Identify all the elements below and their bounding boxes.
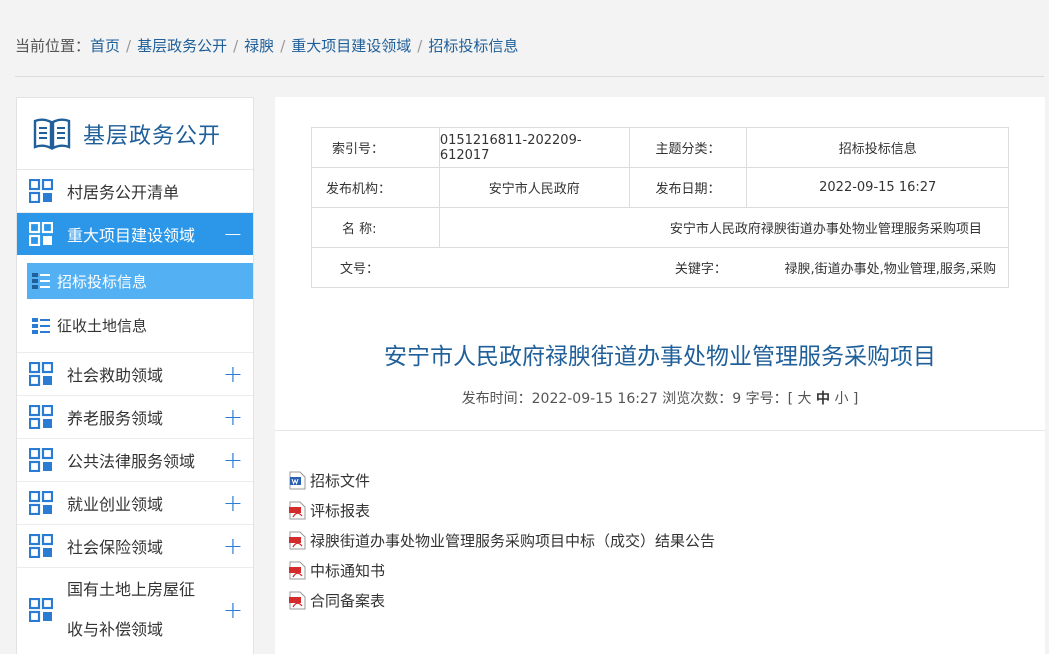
org-value: 安宁市人民政府 [438, 167, 630, 208]
expand-icon[interactable]: + [223, 362, 243, 386]
pdf-icon [289, 501, 306, 520]
attachment-item[interactable]: 招标文件 [289, 465, 715, 495]
grid-icon [29, 222, 53, 246]
font-size-small-button[interactable]: 小 [834, 391, 848, 407]
collapse-icon[interactable]: − [223, 222, 243, 246]
sidebar-item-village-affairs[interactable]: 村居务公开清单 [17, 170, 253, 213]
pub-time-value: 2022-09-15 16:27 [531, 391, 658, 407]
index-label: 索引号： [311, 127, 440, 168]
word-doc-icon [289, 471, 306, 490]
keyword-label: 关键字： [629, 247, 747, 288]
org-label: 发布机构： [311, 167, 440, 208]
sidebar-subitem-land-expropriation[interactable]: 征收土地信息 [17, 299, 253, 353]
attachment-name[interactable]: 中标通知书 [310, 560, 385, 581]
sidebar-item-land-housing-compensation[interactable]: 国有土地上房屋征 收与补偿领域 + [17, 568, 253, 652]
expand-icon[interactable]: + [223, 534, 243, 558]
sidebar-item-label: 养老服务领域 [67, 409, 164, 428]
sidebar-header: 基层政务公开 [17, 98, 253, 170]
breadcrumb-prefix: 当前位置： [15, 37, 91, 55]
keyword-value: 禄腴,街道办事处,物业管理,服务,采购 [746, 247, 1009, 288]
pdf-icon [289, 561, 306, 580]
font-size-end: ] [852, 391, 859, 407]
grid-icon [29, 491, 53, 515]
views-value: 9 [732, 391, 742, 407]
breadcrumb-link-public-affairs[interactable]: 基层政务公开 [137, 37, 227, 55]
breadcrumb-home-link[interactable]: 首页 [90, 37, 120, 55]
expand-icon[interactable]: + [223, 405, 243, 429]
name-label: 名 称: [311, 207, 440, 248]
expand-icon[interactable]: + [223, 598, 243, 622]
pdf-icon [289, 531, 306, 550]
sidebar-item-label: 社会救助领域 [67, 366, 164, 385]
sidebar-subitem-bidding-info[interactable]: 招标投标信息 [27, 263, 253, 299]
list-icon [31, 271, 51, 291]
grid-icon [29, 179, 53, 203]
views-label: 浏览次数： [662, 391, 733, 407]
pub-time-label: 发布时间： [461, 391, 532, 407]
grid-icon [29, 405, 53, 429]
content-panel: 索引号： 0151216811-202209-612017 主题分类： 招标投标… [275, 97, 1045, 654]
grid-icon [29, 598, 53, 622]
attachment-item[interactable]: 合同备案表 [289, 585, 715, 615]
attachment-list: 招标文件 评标报表 禄腴街道办事处物业管理服务采购项目中标（成交）结果公告 中标… [289, 465, 715, 615]
sidebar-item-legal-services[interactable]: 公共法律服务领域 + [17, 439, 253, 482]
sidebar-item-label-line1: 国有土地上房屋征 [67, 580, 196, 599]
sidebar-subitem-label: 招标投标信息 [57, 272, 148, 291]
date-value: 2022-09-15 16:27 [746, 167, 1009, 208]
sidebar-subitem-label: 征收土地信息 [57, 317, 148, 335]
sidebar-item-employment[interactable]: 就业创业领域 + [17, 482, 253, 525]
publish-info: 发布时间：2022-09-15 16:27 浏览次数：9 字号：[ 大 中 小 … [275, 388, 1045, 408]
sidebar-item-label-line2: 收与补偿领域 [67, 620, 164, 639]
article-title: 安宁市人民政府禄腴街道办事处物业管理服务采购项目 [384, 344, 936, 370]
doc-number-value [439, 247, 630, 288]
sidebar-item-label: 社会保险领域 [67, 538, 164, 557]
sidebar-item-label: 就业创业领域 [67, 495, 164, 514]
expand-icon[interactable]: + [223, 448, 243, 472]
date-label: 发布日期： [628, 167, 748, 208]
topic-value: 招标投标信息 [746, 127, 1009, 168]
breadcrumb-link-lushu[interactable]: 禄腴 [244, 37, 274, 55]
topic-label: 主题分类： [628, 127, 748, 168]
grid-icon [29, 534, 53, 558]
breadcrumb-link-bidding-info[interactable]: 招标投标信息 [428, 37, 518, 55]
open-book-icon [33, 118, 71, 150]
font-size-large-button[interactable]: 大 [798, 391, 812, 407]
font-size-label: 字号：[ [745, 391, 794, 407]
attachment-name[interactable]: 禄腴街道办事处物业管理服务采购项目中标（成交）结果公告 [310, 530, 715, 551]
name-value: 安宁市人民政府禄腴街道办事处物业管理服务采购项目 [438, 207, 1010, 248]
grid-icon [29, 448, 53, 472]
attachment-item[interactable]: 评标报表 [289, 495, 715, 525]
attachment-name[interactable]: 招标文件 [310, 470, 370, 491]
content-divider [275, 430, 1045, 431]
sidebar-item-elderly-services[interactable]: 养老服务领域 + [17, 396, 253, 439]
document-meta-table: 索引号： 0151216811-202209-612017 主题分类： 招标投标… [311, 127, 1010, 288]
font-size-medium-button[interactable]: 中 [816, 391, 830, 407]
pdf-icon [289, 591, 306, 610]
attachment-name[interactable]: 评标报表 [310, 500, 370, 521]
sidebar-item-label: 重大项目建设领域 [67, 226, 196, 245]
list-icon [31, 316, 51, 336]
sidebar-title: 基层政务公开 [83, 123, 222, 149]
breadcrumb-divider [15, 76, 1044, 77]
attachment-item[interactable]: 中标通知书 [289, 555, 715, 585]
sidebar-item-label: 公共法律服务领域 [67, 452, 196, 471]
attachment-name[interactable]: 合同备案表 [310, 590, 385, 611]
breadcrumb: 当前位置：首页 / 基层政务公开 / 禄腴 / 重大项目建设领域 / 招标投标信息 [15, 37, 519, 55]
attachment-item[interactable]: 禄腴街道办事处物业管理服务采购项目中标（成交）结果公告 [289, 525, 715, 555]
expand-icon[interactable]: + [223, 491, 243, 515]
sidebar: 基层政务公开 村居务公开清单 重大项目建设领域 − 招标投标信息 征收土地信息 … [16, 97, 254, 654]
doc-number-label: 文号： [311, 247, 440, 288]
breadcrumb-link-major-projects[interactable]: 重大项目建设领域 [291, 37, 411, 55]
sidebar-item-social-insurance[interactable]: 社会保险领域 + [17, 525, 253, 568]
sidebar-item-major-projects[interactable]: 重大项目建设领域 − [17, 213, 253, 255]
sidebar-item-label: 村居务公开清单 [67, 183, 180, 202]
grid-icon [29, 362, 53, 386]
index-value: 0151216811-202209-612017 [438, 127, 630, 168]
sidebar-item-social-assistance[interactable]: 社会救助领域 + [17, 353, 253, 396]
